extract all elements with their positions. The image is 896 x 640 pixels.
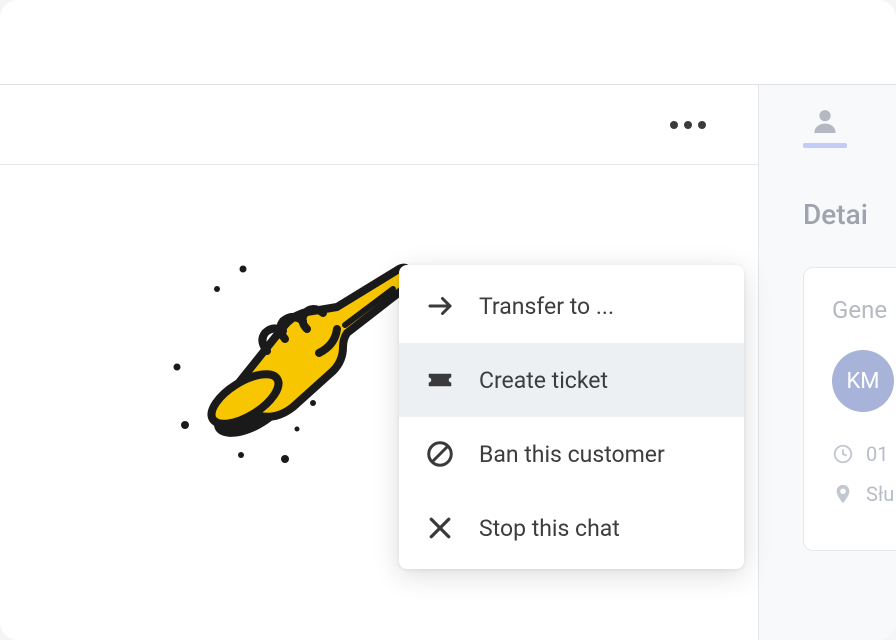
menu-item-ban-customer[interactable]: Ban this customer: [399, 417, 744, 491]
more-options-button[interactable]: [662, 113, 714, 137]
location-value: Słu: [866, 482, 894, 506]
card-heading: Gene: [832, 296, 896, 324]
menu-item-label: Stop this chat: [479, 515, 620, 542]
dot-icon: [698, 121, 706, 129]
tab-customer[interactable]: [803, 105, 847, 148]
dot-icon: [684, 121, 692, 129]
customer-avatar: KM: [832, 350, 894, 412]
time-row: 01: [832, 442, 896, 466]
location-pin-icon: [832, 483, 854, 505]
pointing-hand-illustration: [165, 255, 425, 475]
chat-header: [0, 85, 758, 165]
details-heading: Detai: [803, 198, 896, 231]
person-icon: [809, 105, 841, 137]
menu-item-transfer[interactable]: Transfer to ...: [399, 269, 744, 343]
ticket-icon: [425, 365, 455, 395]
more-options-menu: Transfer to ... Create ticket Ban thi: [399, 265, 744, 569]
side-panel-tabs: [803, 105, 896, 148]
details-side-panel: Detai Gene KM 01: [758, 85, 896, 640]
menu-item-create-ticket[interactable]: Create ticket: [399, 343, 744, 417]
top-spacer: [0, 0, 896, 84]
customer-avatar-row: KM: [832, 350, 896, 412]
app-frame: Transfer to ... Create ticket Ban thi: [0, 0, 896, 640]
ban-icon: [425, 439, 455, 469]
menu-item-stop-chat[interactable]: Stop this chat: [399, 491, 744, 565]
main-area: Transfer to ... Create ticket Ban thi: [0, 84, 896, 640]
clock-icon: [832, 443, 854, 465]
menu-item-label: Ban this customer: [479, 441, 665, 468]
general-info-card: Gene KM 01: [803, 267, 896, 551]
time-value: 01: [866, 442, 888, 466]
location-row: Słu: [832, 482, 896, 506]
tab-active-underline: [803, 143, 847, 148]
close-icon: [425, 513, 455, 543]
dot-icon: [670, 121, 678, 129]
arrow-right-icon: [425, 291, 455, 321]
menu-item-label: Create ticket: [479, 367, 608, 394]
menu-item-label: Transfer to ...: [479, 293, 614, 320]
